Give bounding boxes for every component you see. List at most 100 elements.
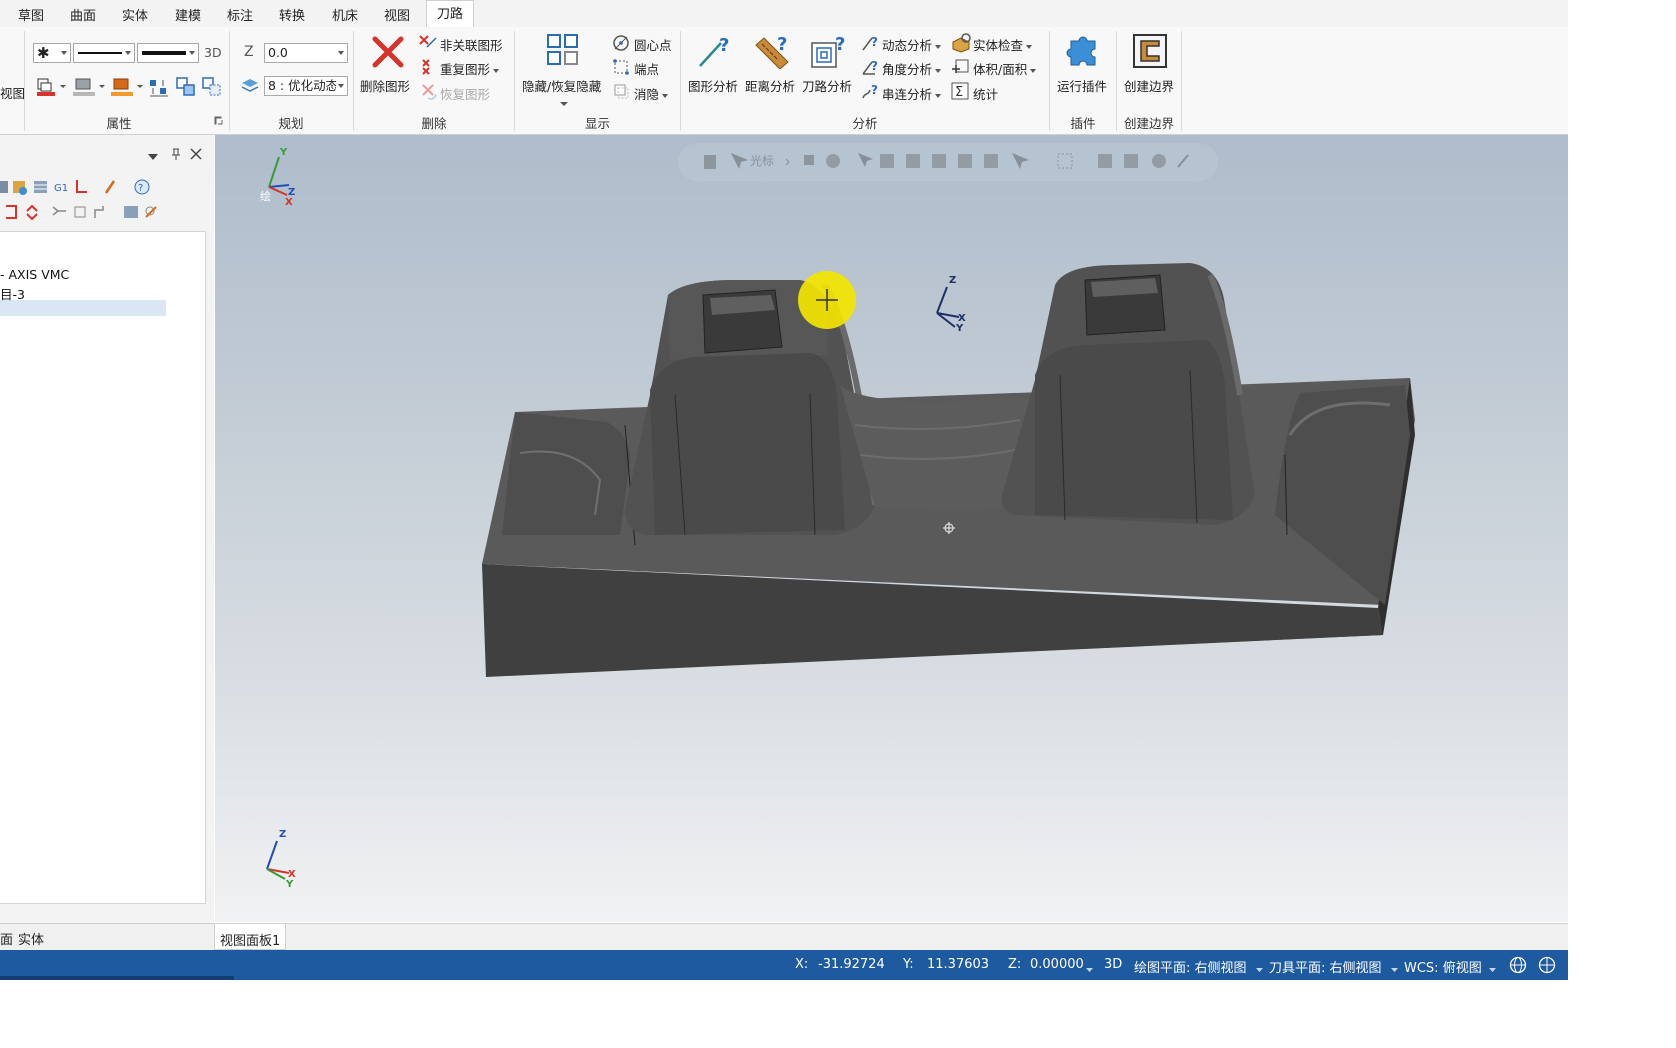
- statistics-button[interactable]: 统计: [973, 84, 998, 103]
- delete-unrelated-button[interactable]: 非关联图形: [440, 35, 503, 54]
- point-style-combo[interactable]: ✱: [33, 43, 71, 63]
- delete-entities-icon[interactable]: [371, 35, 405, 73]
- menu-view[interactable]: 视图: [384, 5, 410, 24]
- tab-solids[interactable]: 实体: [18, 929, 44, 948]
- analyze-entity-icon[interactable]: ?: [697, 33, 735, 73]
- delete-entities-button[interactable]: 删除图形: [360, 76, 410, 95]
- group-label-addins: 插件: [1070, 116, 1096, 131]
- manager-toolbar-row1: G1 ?: [0, 178, 160, 200]
- analyze-toolpath-icon[interactable]: ?: [809, 33, 849, 73]
- z-dropdown-icon[interactable]: [1086, 962, 1093, 977]
- cursor-mode-label[interactable]: 光标: [750, 152, 774, 169]
- group-label-create-boundary: 创建边界: [1123, 116, 1174, 131]
- analyze-toolpath-button[interactable]: 刀路分析: [802, 76, 852, 95]
- svg-text:?: ?: [871, 35, 878, 49]
- blank-button[interactable]: 消隐: [634, 84, 669, 103]
- svg-text:?: ?: [777, 34, 787, 55]
- wcs-dropdown-icon[interactable]: [1489, 962, 1496, 977]
- analyze-distance-button[interactable]: 距离分析: [745, 76, 795, 95]
- solid-check-button[interactable]: 实体检查: [973, 35, 1033, 54]
- tree-item-machine[interactable]: - AXIS VMC: [0, 267, 69, 282]
- endpoint-button[interactable]: 端点: [634, 59, 659, 78]
- dialog-launcher-icon[interactable]: [214, 115, 224, 130]
- ribbon-view-cut-label[interactable]: 视图: [0, 83, 25, 102]
- wireframe-color-icon[interactable]: [36, 77, 66, 101]
- solid-color-icon[interactable]: [72, 77, 106, 101]
- z-coord-label: Z:: [1008, 957, 1022, 972]
- volume-area-button[interactable]: 体积/面积: [973, 59, 1037, 78]
- z-depth-label: Z: [244, 44, 254, 60]
- line-width-icon: [142, 51, 186, 55]
- tplane-status[interactable]: 刀具平面: 右侧视图: [1269, 957, 1382, 976]
- tab-planes-cut[interactable]: 面: [0, 929, 13, 948]
- clear-attributes-icon[interactable]: [201, 76, 223, 102]
- dynamic-analysis-icon: ?: [860, 33, 882, 57]
- line-width-combo[interactable]: [137, 43, 199, 63]
- analyze-distance-icon[interactable]: ?: [753, 33, 793, 73]
- wcs-status[interactable]: WCS: 俯视图: [1404, 957, 1482, 976]
- menu-toolpaths[interactable]: 刀路: [426, 0, 475, 27]
- z-coord-value[interactable]: 0.00000: [1030, 957, 1084, 972]
- run-addin-button[interactable]: 运行插件: [1057, 76, 1107, 95]
- svg-text:?: ?: [871, 83, 878, 97]
- svg-text:?: ?: [719, 35, 729, 56]
- undelete-button[interactable]: 恢复图形: [440, 84, 490, 103]
- group-label-attributes: 属性: [106, 116, 132, 131]
- line-style-combo[interactable]: [73, 43, 135, 63]
- undelete-icon: [420, 82, 438, 104]
- y-coord-value[interactable]: 11.37603: [927, 957, 989, 972]
- blank-icon: [612, 82, 630, 104]
- menu-solids[interactable]: 实体: [122, 5, 148, 24]
- cplane-triad: Z X Y: [927, 275, 972, 339]
- volume-area-icon: [950, 57, 972, 81]
- align-icon[interactable]: [148, 76, 170, 102]
- hide-unhide-dropdown[interactable]: [559, 96, 569, 111]
- solid-check-icon: [950, 33, 972, 57]
- create-boundary-icon[interactable]: [1132, 33, 1168, 73]
- graphics-viewport[interactable]: 光标 Y Z X 绘 Z X Y Z X Y: [215, 135, 1568, 922]
- run-addin-icon[interactable]: [1063, 33, 1103, 75]
- cplane-status[interactable]: 绘图平面: 右侧视图: [1134, 957, 1247, 976]
- bottom-tab-bar: 面 实体 视图面板1: [0, 923, 1568, 951]
- asterisk-icon: ✱: [37, 44, 50, 62]
- close-panel-icon[interactable]: [190, 148, 202, 164]
- pin-icon[interactable]: [170, 147, 182, 165]
- globe-icon[interactable]: [1509, 956, 1527, 978]
- menu-machine[interactable]: 机床: [332, 5, 358, 24]
- levels-icon[interactable]: [240, 76, 260, 100]
- display-mode-icon[interactable]: [1538, 956, 1556, 978]
- hide-unhide-icon[interactable]: [546, 33, 580, 73]
- panel-dropdown-icon[interactable]: [147, 150, 159, 165]
- set-attributes-icon[interactable]: [175, 76, 197, 102]
- delete-duplicate-button[interactable]: 重复图形: [440, 59, 500, 78]
- menu-surfaces[interactable]: 曲面: [70, 5, 96, 24]
- svg-text:?: ?: [138, 183, 143, 194]
- menu-sketch[interactable]: 草图: [18, 5, 44, 24]
- bottom-left-world-triad: Z X Y: [257, 827, 307, 901]
- level-combo[interactable]: 8 : 优化动态: [264, 76, 348, 96]
- angle-analysis-button[interactable]: 角度分析: [882, 59, 942, 78]
- svg-text:?: ?: [835, 34, 845, 55]
- analyze-entity-button[interactable]: 图形分析: [688, 76, 738, 95]
- svg-text:Σ: Σ: [955, 85, 963, 100]
- menu-modeling[interactable]: 建模: [175, 5, 201, 24]
- menu-transform[interactable]: 转换: [279, 5, 305, 24]
- dynamic-analysis-button[interactable]: 动态分析: [882, 35, 942, 54]
- tab-viewsheet-1[interactable]: 视图面板1: [214, 924, 286, 950]
- line-style-icon: [78, 52, 122, 54]
- endpoint-icon: [612, 58, 630, 80]
- mode-3d-status[interactable]: 3D: [1104, 957, 1122, 972]
- chain-analysis-button[interactable]: 串连分析: [882, 84, 942, 103]
- material-color-icon[interactable]: [110, 77, 144, 101]
- manager-toolbar-row2: [0, 203, 170, 225]
- z-depth-combo[interactable]: 0.0: [264, 43, 348, 63]
- menu-dimension[interactable]: 标注: [227, 5, 253, 24]
- hide-unhide-button[interactable]: 隐藏/恢复隐藏: [522, 76, 601, 95]
- tplane-dropdown-icon[interactable]: [1391, 962, 1398, 977]
- center-point-button[interactable]: 圆心点: [634, 35, 672, 54]
- tree-item-group[interactable]: 目-3: [0, 284, 25, 303]
- cplane-dropdown-icon[interactable]: [1256, 962, 1263, 977]
- x-coord-value[interactable]: -31.92724: [818, 957, 885, 972]
- create-boundary-button[interactable]: 创建边界: [1124, 76, 1174, 95]
- mode-3d-toggle[interactable]: 3D: [204, 45, 222, 60]
